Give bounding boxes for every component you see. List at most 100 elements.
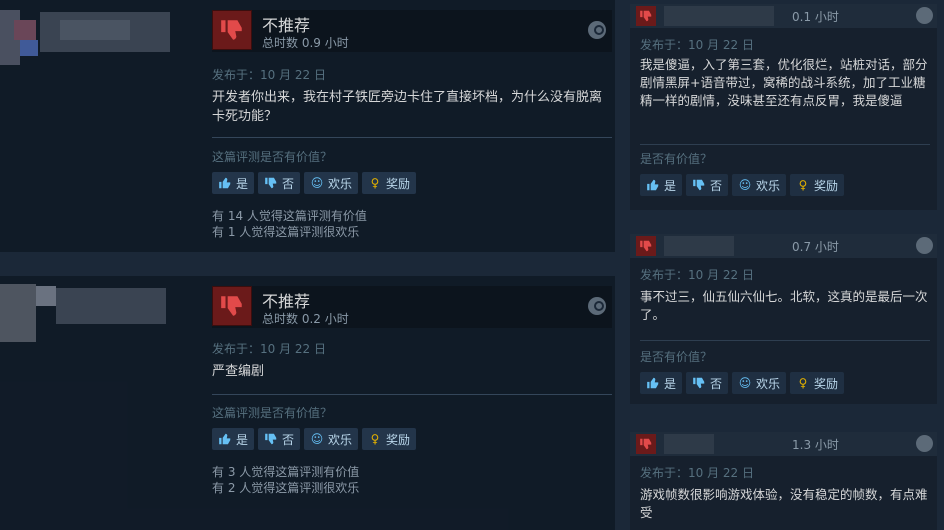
vote-funny-label: 欢乐 bbox=[328, 176, 353, 191]
helpful-question: 是否有价值？ bbox=[640, 350, 713, 364]
review-card: 不推荐 总时数 0.9 小时 发布于：10 月 22 日 开发者你出来，我在村子… bbox=[0, 0, 615, 252]
helpful-count: 有 3 人觉得这篇评测有价值 bbox=[212, 465, 360, 479]
award-label: 奖励 bbox=[386, 432, 411, 447]
review-stats: 有 3 人觉得这篇评测有价值 有 2 人觉得这篇评测很欢乐 bbox=[212, 464, 359, 496]
vote-row: 是 否 ☺ 欢乐 ♀ 奖励 bbox=[640, 372, 845, 394]
avatar-pixelated bbox=[36, 286, 56, 306]
vote-yes-button[interactable]: 是 bbox=[212, 428, 255, 450]
steam-logo-icon bbox=[588, 297, 606, 315]
recent-reviews-column: 0.1 小时 发布于：10 月 22 日 我是傻逼，入了第三套，优化很烂，站桩对… bbox=[625, 0, 944, 530]
divider bbox=[212, 394, 612, 395]
thumbs-up-icon bbox=[646, 376, 660, 390]
steam-logo-icon bbox=[916, 7, 933, 24]
award-label: 奖励 bbox=[386, 176, 411, 191]
helpful-question: 这篇评测是否有价值？ bbox=[212, 406, 333, 420]
verdict-title: 不推荐 bbox=[262, 16, 311, 35]
award-button[interactable]: ♀ 奖励 bbox=[362, 172, 417, 194]
username-pixelated bbox=[56, 288, 166, 324]
vote-no-button[interactable]: 否 bbox=[686, 174, 729, 196]
recent-review-hours: 0.1 小时 bbox=[792, 10, 839, 24]
vote-funny-label: 欢乐 bbox=[756, 178, 781, 193]
vote-funny-button[interactable]: ☺ 欢乐 bbox=[304, 428, 359, 450]
thumbs-up-icon bbox=[646, 178, 660, 192]
username-pixelated bbox=[60, 20, 130, 40]
vote-no-label: 否 bbox=[710, 376, 723, 391]
thumbs-down-icon bbox=[264, 176, 278, 190]
thumbs-down-icon bbox=[636, 434, 656, 454]
vote-no-label: 否 bbox=[710, 178, 723, 193]
thumbs-down-icon bbox=[636, 6, 656, 26]
award-icon: ♀ bbox=[370, 432, 380, 446]
award-button[interactable]: ♀ 奖励 bbox=[790, 174, 845, 196]
vote-yes-label: 是 bbox=[664, 178, 677, 193]
review-verdict-header: 不推荐 总时数 0.2 小时 bbox=[212, 286, 612, 328]
recent-review-content: 游戏帧数很影响游戏体验，没有稳定的帧数，有点难受 bbox=[640, 487, 928, 520]
recent-review-header: 0.7 小时 bbox=[630, 234, 937, 258]
review-verdict-header: 不推荐 总时数 0.9 小时 bbox=[212, 10, 612, 52]
helpful-question: 这篇评测是否有价值？ bbox=[212, 150, 333, 164]
divider bbox=[212, 137, 612, 138]
review-content: 开发者你出来，我在村子铁匠旁边卡住了直接坏档，为什么没有脱离卡死功能？ bbox=[212, 90, 603, 124]
steam-logo-icon bbox=[588, 21, 606, 39]
vote-yes-label: 是 bbox=[236, 432, 249, 447]
reviewer-avatar-area[interactable] bbox=[0, 276, 200, 530]
reviewer-avatar-area[interactable] bbox=[0, 0, 200, 252]
helpful-question: 是否有价值？ bbox=[640, 152, 713, 166]
award-icon: ♀ bbox=[370, 176, 380, 190]
smile-icon: ☺ bbox=[310, 432, 324, 446]
thumbs-up-icon bbox=[218, 176, 232, 190]
steam-logo-icon bbox=[916, 435, 933, 452]
vote-no-button[interactable]: 否 bbox=[258, 428, 301, 450]
avatar-pixelated bbox=[20, 40, 38, 56]
posted-date: 发布于：10 月 22 日 bbox=[640, 466, 754, 480]
verdict-title: 不推荐 bbox=[262, 292, 311, 311]
playtime: 总时数 0.9 小时 bbox=[262, 36, 349, 50]
vote-funny-button[interactable]: ☺ 欢乐 bbox=[732, 174, 787, 196]
vote-funny-label: 欢乐 bbox=[756, 376, 781, 391]
vote-yes-button[interactable]: 是 bbox=[212, 172, 255, 194]
recent-review-card: 0.1 小时 发布于：10 月 22 日 我是傻逼，入了第三套，优化很烂，站桩对… bbox=[630, 4, 937, 210]
username-pixelated bbox=[664, 236, 734, 256]
vote-funny-button[interactable]: ☺ 欢乐 bbox=[732, 372, 787, 394]
thumbs-down-icon bbox=[212, 286, 252, 326]
vote-yes-button[interactable]: 是 bbox=[640, 174, 683, 196]
review-card: 不推荐 总时数 0.2 小时 发布于：10 月 22 日 严查编剧 这篇评测是否… bbox=[0, 276, 615, 530]
award-button[interactable]: ♀ 奖励 bbox=[790, 372, 845, 394]
recent-review-card: 1.3 小时 发布于：10 月 22 日 游戏帧数很影响游戏体验，没有稳定的帧数… bbox=[630, 432, 937, 530]
vote-yes-button[interactable]: 是 bbox=[640, 372, 683, 394]
review-content: 严查编剧 bbox=[212, 364, 265, 379]
vote-no-button[interactable]: 否 bbox=[686, 372, 729, 394]
username-pixelated bbox=[664, 434, 714, 454]
vote-row: 是 否 ☺ 欢乐 ♀ 奖励 bbox=[212, 428, 417, 450]
thumbs-down-icon bbox=[692, 178, 706, 192]
vote-no-label: 否 bbox=[282, 432, 295, 447]
posted-date: 发布于：10 月 22 日 bbox=[640, 268, 754, 282]
recent-review-card: 0.7 小时 发布于：10 月 22 日 事不过三，仙五仙六仙七。北软，这真的是… bbox=[630, 234, 937, 404]
award-label: 奖励 bbox=[814, 178, 839, 193]
avatar-pixelated bbox=[14, 20, 36, 40]
award-label: 奖励 bbox=[814, 376, 839, 391]
recent-review-hours: 1.3 小时 bbox=[792, 438, 839, 452]
vote-row: 是 否 ☺ 欢乐 ♀ 奖励 bbox=[640, 174, 845, 196]
funny-count: 有 2 人觉得这篇评测很欢乐 bbox=[212, 481, 360, 495]
helpful-count: 有 14 人觉得这篇评测有价值 bbox=[212, 209, 367, 223]
reviews-column: 不推荐 总时数 0.9 小时 发布于：10 月 22 日 开发者你出来，我在村子… bbox=[0, 0, 625, 530]
smile-icon: ☺ bbox=[310, 176, 324, 190]
thumbs-down-icon bbox=[636, 236, 656, 256]
award-button[interactable]: ♀ 奖励 bbox=[362, 428, 417, 450]
vote-funny-button[interactable]: ☺ 欢乐 bbox=[304, 172, 359, 194]
vote-yes-label: 是 bbox=[664, 376, 677, 391]
thumbs-down-icon bbox=[212, 10, 252, 50]
thumbs-down-icon bbox=[692, 376, 706, 390]
review-stats: 有 14 人觉得这篇评测有价值 有 1 人觉得这篇评测很欢乐 bbox=[212, 208, 367, 240]
thumbs-down-icon bbox=[264, 432, 278, 446]
divider bbox=[640, 144, 930, 145]
vote-no-button[interactable]: 否 bbox=[258, 172, 301, 194]
playtime: 总时数 0.2 小时 bbox=[262, 312, 349, 326]
thumbs-up-icon bbox=[218, 432, 232, 446]
posted-date: 发布于：10 月 22 日 bbox=[640, 38, 754, 52]
vote-row: 是 否 ☺ 欢乐 ♀ 奖励 bbox=[212, 172, 417, 194]
smile-icon: ☺ bbox=[738, 178, 752, 192]
steam-logo-icon bbox=[916, 237, 933, 254]
award-icon: ♀ bbox=[798, 178, 808, 192]
